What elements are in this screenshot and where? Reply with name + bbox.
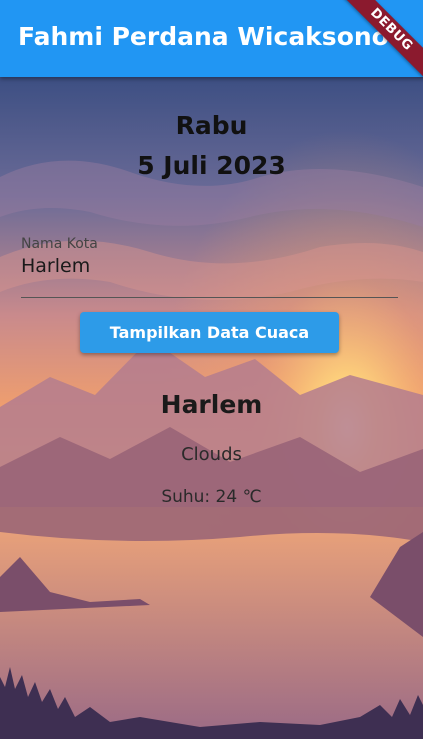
date-label: 5 Juli 2023	[137, 151, 286, 180]
city-input[interactable]	[21, 255, 398, 277]
app-title: Fahmi Perdana Wicaksono	[18, 22, 389, 51]
day-label: Rabu	[175, 111, 248, 140]
show-weather-button[interactable]: Tampilkan Data Cuaca	[80, 312, 339, 353]
city-field-label: Nama Kota	[21, 236, 98, 252]
weather-screen: Rabu 5 Juli 2023 Nama Kota Tampilkan Dat…	[0, 77, 423, 739]
result-city-name: Harlem	[160, 390, 263, 419]
result-weather-condition: Clouds	[181, 444, 242, 465]
city-text-field[interactable]: Nama Kota	[21, 235, 398, 298]
result-temperature: Suhu: 24 ℃	[161, 487, 262, 507]
